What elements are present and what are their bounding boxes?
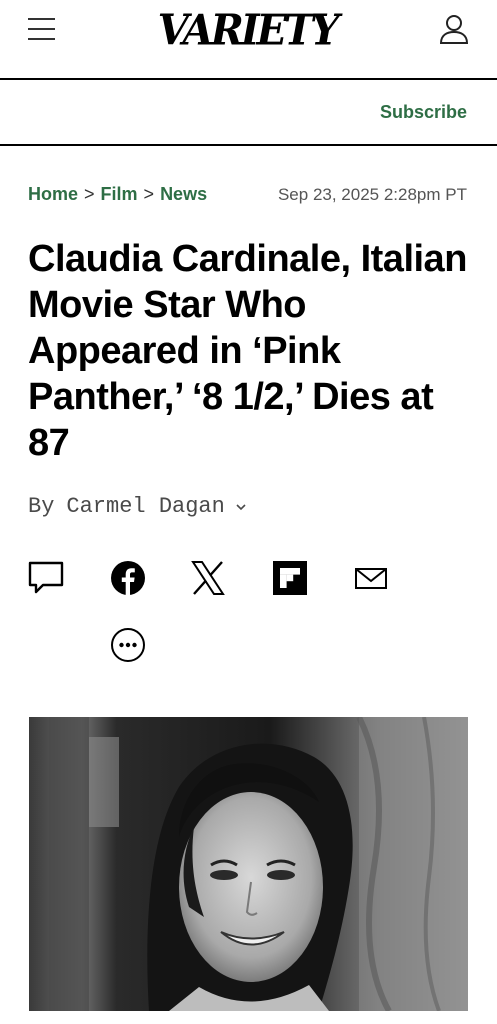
variety-logo[interactable]: VARIETY — [158, 4, 340, 56]
breadcrumb: Home > Film > News — [28, 184, 207, 205]
subscribe-link[interactable]: Subscribe — [380, 102, 467, 123]
logo-text: VARIETY — [157, 5, 340, 55]
byline-prefix: By — [28, 494, 55, 519]
breadcrumb-home[interactable]: Home — [28, 184, 78, 205]
subscribe-bar: Subscribe — [0, 80, 497, 146]
article-hero-image — [29, 717, 468, 1011]
author-name: Carmel Dagan — [66, 494, 225, 519]
breadcrumb-separator: > — [143, 184, 155, 204]
breadcrumb-film[interactable]: Film — [101, 184, 138, 205]
article-headline: Claudia Cardinale, Italian Movie Star Wh… — [28, 238, 467, 464]
hamburger-menu-icon[interactable] — [28, 16, 56, 42]
chevron-down-icon — [236, 503, 246, 510]
facebook-icon[interactable] — [109, 559, 147, 597]
flipboard-icon[interactable] — [271, 559, 309, 597]
email-icon[interactable] — [352, 559, 390, 597]
user-account-icon[interactable] — [438, 13, 470, 45]
more-options-icon[interactable] — [109, 626, 147, 664]
site-header: VARIETY — [0, 0, 497, 80]
comment-icon[interactable] — [27, 559, 65, 597]
publish-date: Sep 23, 2025 2:28pm PT — [277, 185, 467, 204]
breadcrumb-separator: > — [84, 184, 95, 204]
breadcrumb-news[interactable]: News — [160, 184, 207, 205]
x-icon[interactable] — [189, 559, 227, 597]
byline[interactable]: By Carmel Dagan — [28, 494, 247, 519]
